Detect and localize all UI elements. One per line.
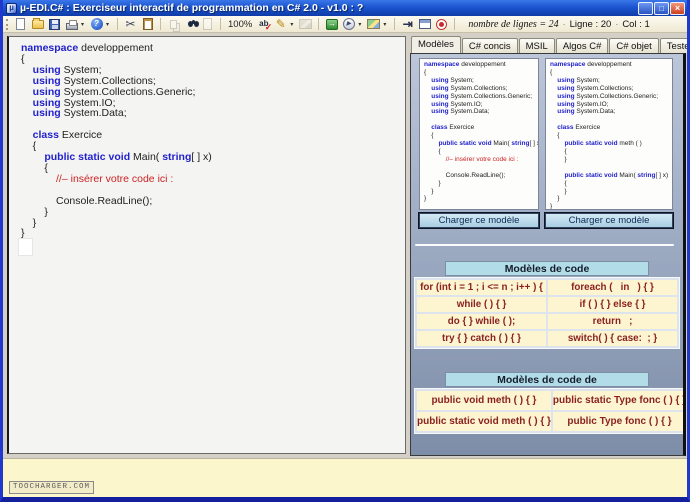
- editor-code[interactable]: namespace developpement{ using System; u…: [9, 37, 405, 239]
- status-info: nombre de lignes = 24 · Ligne : 20 · Col…: [468, 19, 649, 30]
- play-icon[interactable]: ▶: [341, 17, 356, 31]
- right-panel: Modèles C# concis MSIL Algos C# C# objet…: [410, 36, 686, 456]
- tab-csharp-objet[interactable]: C# objet: [609, 38, 658, 53]
- code-template-cell[interactable]: if ( ) { } else { }: [548, 297, 677, 312]
- minimize-button[interactable]: _: [638, 2, 653, 15]
- play-dropdown-arrow[interactable]: ▾: [358, 21, 364, 28]
- titlebar: µ µ-EDI.C# : Exerciseur interactif de pr…: [3, 0, 687, 16]
- picture-dropdown-arrow[interactable]: ▾: [383, 21, 389, 28]
- editor-caret-block: [18, 238, 33, 256]
- line-label: Ligne : 20: [570, 19, 612, 30]
- method-models-header: Modèles de code de: [445, 372, 649, 387]
- toolbar-separator: [394, 18, 395, 30]
- code-template-cell[interactable]: public static Type fonc ( ) { }: [553, 391, 686, 410]
- code-editor[interactable]: namespace developpement{ using System; u…: [7, 36, 406, 454]
- code-template-cell[interactable]: foreach ( in ) { }: [548, 280, 677, 295]
- table-row: public void meth ( ) { } public static T…: [417, 391, 686, 410]
- spellcheck-icon[interactable]: ab✓: [256, 17, 271, 31]
- toolbar-separator: [454, 18, 455, 30]
- zoom-level-select[interactable]: 100%: [226, 19, 254, 30]
- app-icon: µ: [6, 3, 17, 14]
- load-model-1-button[interactable]: Charger ce modèle: [419, 213, 539, 228]
- bottom-strip: TOOCHARGER.COM: [3, 458, 687, 497]
- table-row: for (int i = 1 ; i <= n ; i++ ) { foreac…: [417, 280, 677, 295]
- tab-algos-csharp[interactable]: Algos C#: [556, 38, 609, 53]
- help-dropdown-arrow[interactable]: ▾: [106, 21, 112, 28]
- code-template-cell[interactable]: public void meth ( ) { }: [417, 391, 551, 410]
- print-icon[interactable]: [64, 17, 79, 31]
- tab-testez-vous[interactable]: Testez vous: [660, 38, 690, 53]
- toolbar-separator: [117, 18, 118, 30]
- col-label: Col : 1: [622, 19, 649, 30]
- copy-icon[interactable]: [166, 17, 181, 31]
- code-models-header: Modèles de code: [445, 261, 649, 276]
- toolbar-separator: [220, 18, 221, 30]
- open-folder-icon[interactable]: [30, 17, 45, 31]
- tab-csharp-concis[interactable]: C# concis: [462, 38, 518, 53]
- main-area: namespace developpement{ using System; u…: [3, 33, 687, 458]
- close-button[interactable]: ×: [670, 2, 685, 15]
- pencil-icon[interactable]: ✎: [273, 17, 288, 31]
- toolbar-grip[interactable]: [6, 19, 9, 30]
- code-template-cell[interactable]: for (int i = 1 ; i <= n ; i++ ) {: [417, 280, 546, 295]
- model-preview-2: namespace developpement{ using System; u…: [545, 58, 673, 210]
- window-title: µ-EDI.C# : Exerciseur interactif de prog…: [20, 2, 637, 14]
- table-row: public static void meth ( ) { } public T…: [417, 412, 686, 431]
- code-template-cell[interactable]: while ( ) { }: [417, 297, 546, 312]
- save-icon[interactable]: [47, 17, 62, 31]
- toolbar-separator: [160, 18, 161, 30]
- code-models-table: for (int i = 1 ; i <= n ; i++ ) { foreac…: [414, 277, 680, 349]
- line-count-label: nombre de lignes = 24: [468, 19, 558, 30]
- code-template-cell[interactable]: public Type fonc ( ) { }: [553, 412, 686, 431]
- properties-icon[interactable]: [417, 17, 432, 31]
- maximize-button[interactable]: □: [654, 2, 669, 15]
- image-disabled-icon[interactable]: [298, 17, 313, 31]
- record-icon[interactable]: [434, 17, 449, 31]
- load-model-2-button[interactable]: Charger ce modèle: [545, 213, 673, 228]
- tab-modeles[interactable]: Modèles: [411, 36, 461, 53]
- code-template-cell[interactable]: do { } while ( );: [417, 314, 546, 329]
- table-row: try { } catch ( ) { } switch( ) { case: …: [417, 331, 677, 346]
- method-models-table: public void meth ( ) { } public static T…: [414, 388, 686, 434]
- toolbar: ▾ ? ▾ ✂ 100% ab✓ ✎ ▾ → ▶ ▾ ▾ ⇥ nombre de…: [3, 16, 687, 33]
- code-template-cell[interactable]: return ;: [548, 314, 677, 329]
- code-template-cell[interactable]: public static void meth ( ) { }: [417, 412, 551, 431]
- toolbar-separator: [318, 18, 319, 30]
- table-row: while ( ) { } if ( ) { } else { }: [417, 297, 677, 312]
- exit-icon[interactable]: ⇥: [400, 17, 415, 31]
- preview-icon[interactable]: [200, 17, 215, 31]
- tab-bar: Modèles C# concis MSIL Algos C# C# objet…: [410, 36, 686, 53]
- horizontal-divider: [415, 244, 674, 246]
- find-icon[interactable]: [183, 17, 198, 31]
- run-icon[interactable]: →: [324, 17, 339, 31]
- watermark-label: TOOCHARGER.COM: [9, 481, 94, 494]
- app-window: µ µ-EDI.C# : Exerciseur interactif de pr…: [0, 0, 690, 502]
- code-template-cell[interactable]: try { } catch ( ) { }: [417, 331, 546, 346]
- table-row: do { } while ( ); return ;: [417, 314, 677, 329]
- pencil-dropdown-arrow[interactable]: ▾: [290, 21, 296, 28]
- cut-icon[interactable]: ✂: [123, 17, 138, 31]
- model-preview-1: namespace developpement{ using System; u…: [419, 58, 539, 210]
- paste-icon[interactable]: [140, 17, 155, 31]
- tab-msil[interactable]: MSIL: [519, 38, 555, 53]
- new-document-icon[interactable]: [13, 17, 28, 31]
- code-template-cell[interactable]: switch( ) { case: ; }: [548, 331, 677, 346]
- picture-icon[interactable]: [366, 17, 381, 31]
- print-dropdown-arrow[interactable]: ▾: [81, 21, 87, 28]
- help-icon[interactable]: ?: [89, 17, 104, 31]
- tab-content-modeles: namespace developpement{ using System; u…: [410, 53, 686, 456]
